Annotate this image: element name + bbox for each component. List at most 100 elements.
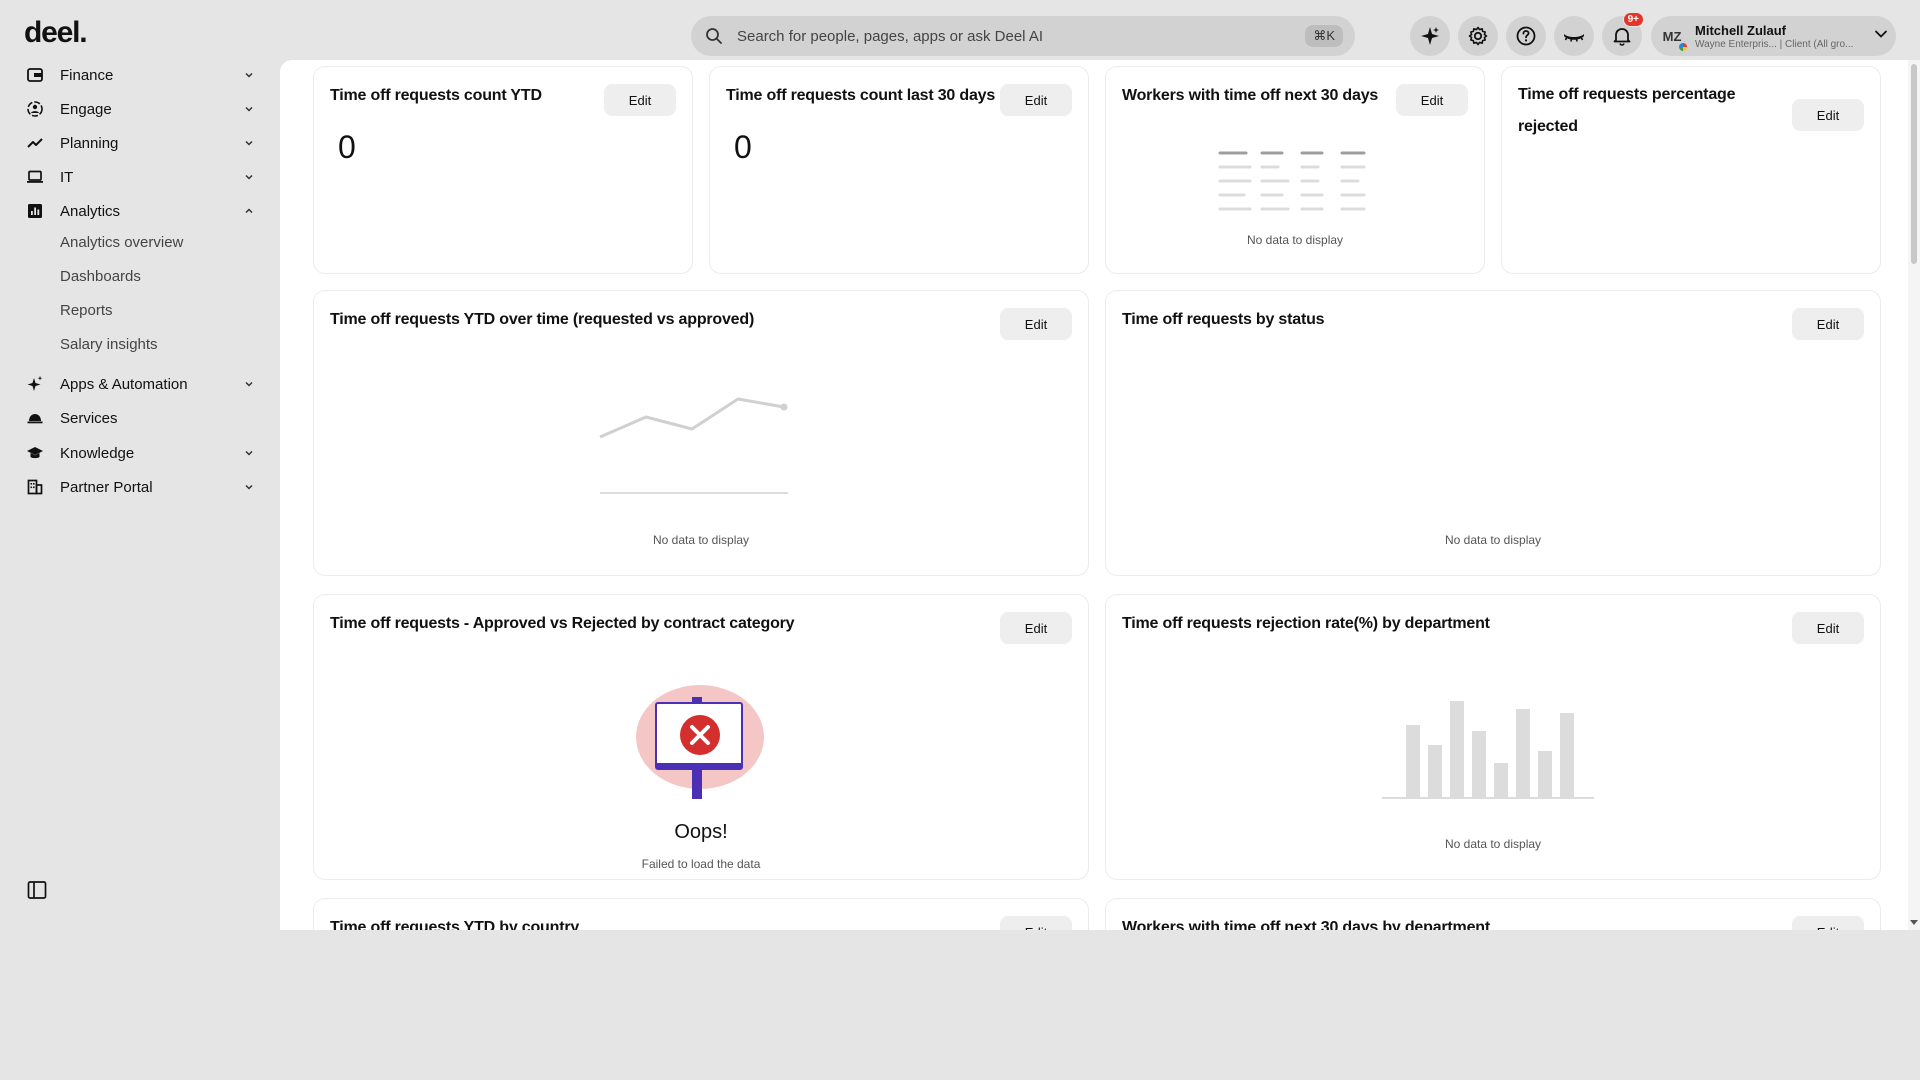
card-ytd-by-country: Time off requests YTD by country Edit [313,898,1089,930]
card-title-line-2: rejected [1518,118,1578,135]
card-title: Time off requests percentage rejected [1518,79,1735,143]
card-title: Time off requests - Approved vs Rejected… [330,615,795,632]
card-workers-time-off-30-days: Workers with time off next 30 days Edit … [1105,66,1485,274]
help-button[interactable] [1506,16,1546,56]
laptop-icon [24,166,46,188]
sidebar-item-label: Planning [60,134,119,152]
error-message: Failed to load the data [641,857,761,871]
kpi-value: 0 [734,129,752,165]
card-title: Time off requests count YTD [330,87,542,104]
card-title: Time off requests by status [1122,311,1325,328]
edit-button[interactable]: Edit [1792,612,1864,644]
chevron-down-icon [242,68,256,82]
card-title: Time off requests YTD by country [330,919,580,930]
sidebar-item-analytics[interactable]: Analytics [24,196,256,226]
sidebar-item-finance[interactable]: Finance [24,60,256,90]
card-requests-count-30-days: Time off requests count last 30 days Edi… [709,66,1089,274]
search-placeholder: Search for people, pages, apps or ask De… [737,27,1044,45]
avatar-initials: MZ [1662,28,1682,44]
card-approved-vs-rejected-by-contract: Time off requests - Approved vs Rejected… [313,594,1089,880]
sidebar-item-label: Services [60,409,118,427]
bell-icon [1613,28,1631,46]
settings-button[interactable] [1458,16,1498,56]
edit-button[interactable]: Edit [1792,308,1864,340]
chevron-down-icon [242,480,256,494]
edit-button[interactable]: Edit [1396,84,1468,116]
sidebar-subitem-salary-insights[interactable]: Salary insights [60,336,158,353]
user-menu[interactable]: MZ Mitchell Zulauf Wayne Enterpris... | … [1651,16,1896,56]
ai-sparkle-button[interactable] [1410,16,1450,56]
notification-badge: 9+ [1622,12,1644,27]
eye-hidden-icon [1564,34,1584,42]
main-scrollbar[interactable] [1908,60,1920,930]
sidebar-item-label: Apps & Automation [60,375,188,393]
sidebar: Finance Engage Planning IT Analytics Ana… [0,60,280,930]
deel-logo[interactable]: deel. [24,16,88,50]
empty-line-chart-placeholder-icon [599,397,788,494]
sidebar-item-label: IT [60,168,74,186]
sidebar-item-knowledge[interactable]: Knowledge [24,438,256,468]
sidebar-subitem-dashboards[interactable]: Dashboards [60,268,141,285]
sidebar-item-label: Finance [60,66,114,84]
sidebar-item-services[interactable]: Services [24,403,256,433]
help-icon [1516,26,1536,46]
trend-icon [24,132,46,154]
error-title: Oops! [674,821,728,843]
chevron-down-icon [242,136,256,150]
error-sign-illustration-icon [636,685,764,799]
no-data-message: No data to display [1444,533,1542,547]
org-logo-icon [1678,42,1688,52]
sidebar-collapse-icon[interactable] [27,880,47,900]
card-title: Time off requests rejection rate(%) by d… [1122,615,1490,632]
empty-bar-chart-placeholder-icon [1382,701,1594,799]
sidebar-subitem-analytics-overview[interactable]: Analytics overview [60,234,183,251]
graduation-cap-icon [24,442,46,464]
search-bar[interactable]: Search for people, pages, apps or ask De… [691,16,1355,56]
analytics-icon [24,200,46,222]
sidebar-item-partner-portal[interactable]: Partner Portal [24,472,256,502]
user-info: Mitchell Zulauf Wayne Enterpris... | Cli… [1695,23,1853,50]
sidebar-subitem-reports[interactable]: Reports [60,302,113,319]
edit-button[interactable]: Edit [1792,916,1864,930]
notifications-button[interactable]: 9+ [1602,12,1644,56]
edit-button[interactable]: Edit [1000,84,1072,116]
service-bell-icon [24,407,46,429]
finance-icon [24,64,46,86]
no-data-message: No data to display [652,533,750,547]
edit-button[interactable]: Edit [1792,99,1864,131]
card-percentage-rejected: Time off requests percentage rejected Ed… [1501,66,1881,274]
chevron-down-icon [242,170,256,184]
scrollbar-thumb[interactable] [1911,64,1917,264]
sidebar-item-label: Partner Portal [60,478,153,496]
gear-icon [1468,26,1488,46]
sidebar-item-engage[interactable]: Engage [24,94,256,124]
top-bar: deel. Search for people, pages, apps or … [0,0,1920,60]
card-title: Workers with time off next 30 days by de… [1122,919,1490,930]
card-title: Time off requests count last 30 days [726,87,996,104]
no-data-message: No data to display [1444,837,1542,851]
edit-button[interactable]: Edit [1000,308,1072,340]
sidebar-item-apps-automation[interactable]: Apps & Automation [24,369,256,399]
card-workers-time-off-by-department: Workers with time off next 30 days by de… [1105,898,1881,930]
edit-button[interactable]: Edit [604,84,676,116]
chevron-down-icon [242,102,256,116]
chevron-down-icon [242,377,256,391]
edit-button[interactable]: Edit [1000,916,1072,930]
privacy-mask-button[interactable] [1554,16,1594,56]
sidebar-item-it[interactable]: IT [24,162,256,192]
card-ytd-over-time: Time off requests YTD over time (request… [313,290,1089,576]
card-title: Workers with time off next 30 days [1122,87,1379,104]
building-icon [24,476,46,498]
scroll-down-arrow-icon[interactable] [1910,918,1918,926]
empty-table-placeholder-icon [1218,151,1366,211]
edit-button[interactable]: Edit [1000,612,1072,644]
search-icon [703,25,725,47]
sparkle-icon [24,373,46,395]
search-shortcut: ⌘K [1305,25,1343,47]
sidebar-item-planning[interactable]: Planning [24,128,256,158]
kpi-value: 0 [338,129,356,165]
card-requests-by-status: Time off requests by status Edit No data… [1105,290,1881,576]
engage-icon [24,98,46,120]
card-rejection-rate-by-department: Time off requests rejection rate(%) by d… [1105,594,1881,880]
sparkle-icon [1421,27,1439,45]
